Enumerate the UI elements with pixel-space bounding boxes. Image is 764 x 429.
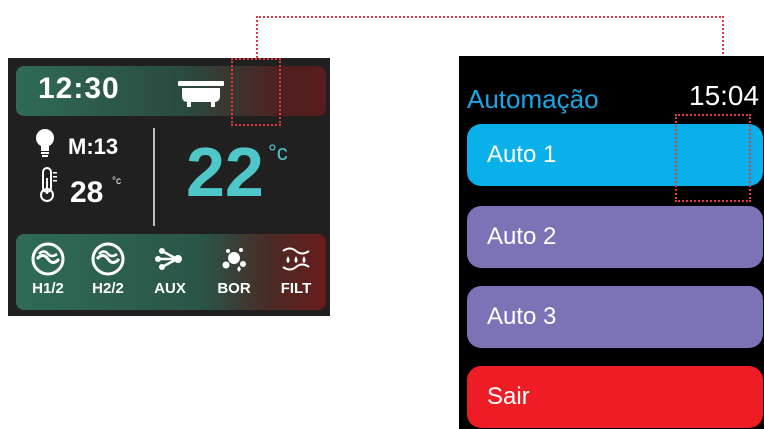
annotation-connector-top [256,16,724,18]
light-bulb-icon[interactable] [34,128,56,158]
set-temperature: 22 [186,133,264,211]
screenshot-stage: 12:30 M:13 28 °c 22 °c H1/2 H2/2 AUX BOR… [0,0,764,429]
bubbles-icon [222,248,246,272]
button-label: H2/2 [92,280,124,297]
h1-jet-button[interactable]: H1/2 [20,242,76,304]
water-temperature-unit: °c [112,176,121,187]
filter-drops-icon [282,247,310,271]
button-label: FILT [280,280,312,297]
highlight-box-status-bar [231,58,281,126]
page-title: Automação [467,84,599,114]
menu-item-sair[interactable]: Sair [467,366,763,428]
water-temperature: 28 [70,176,104,209]
aux-button[interactable]: AUX [142,242,198,304]
bor-button[interactable]: BOR [206,242,262,304]
watch-automation-screen: Automação 15:04 Auto 1 Auto 2 Auto 3 Sai… [459,56,764,429]
set-temperature-unit: °c [268,140,288,165]
jet-swirl-icon [91,242,125,276]
h2-jet-button[interactable]: H2/2 [80,242,136,304]
panel-clock: 12:30 [38,72,120,105]
menu-item-label: Sair [487,383,530,410]
branch-icon [155,248,182,270]
filt-button[interactable]: FILT [268,242,324,304]
button-label: BOR [217,280,251,297]
spa-control-panel: 12:30 M:13 28 °c 22 °c H1/2 H2/2 AUX BOR… [8,58,330,316]
mode-label: M:13 [68,134,119,159]
temperature-section: M:13 28 °c 22 °c [16,124,326,228]
menu-item-label: Auto 1 [487,141,557,168]
button-label: AUX [154,280,186,297]
watch-clock: 15:04 [689,80,760,111]
highlight-box-auto-1 [675,114,751,202]
menu-item-auto-2[interactable]: Auto 2 [467,206,763,268]
annotation-connector-left [256,16,258,58]
thermometer-icon [40,167,57,202]
button-label: H1/2 [32,280,64,297]
function-button-bar: H1/2 H2/2 AUX BOR FILT [16,234,326,310]
menu-item-label: Auto 3 [487,303,557,330]
jet-swirl-icon [31,242,65,276]
vertical-divider [153,128,155,226]
menu-item-label: Auto 2 [487,223,557,250]
bathtub-icon[interactable] [176,78,226,108]
menu-item-auto-3[interactable]: Auto 3 [467,286,763,348]
